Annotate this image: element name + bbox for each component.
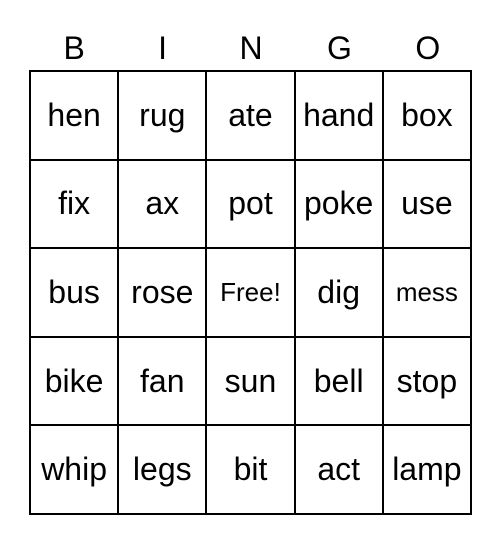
bingo-cell[interactable]: legs	[117, 424, 208, 515]
bingo-cell[interactable]: stop	[381, 335, 473, 427]
header-letter-o: O	[415, 30, 441, 66]
bingo-cell[interactable]: fan	[117, 335, 208, 427]
bingo-cell[interactable]: hen	[28, 70, 120, 161]
bingo-cell[interactable]: bike	[28, 335, 120, 427]
bingo-header: B I N G O	[30, 28, 472, 68]
bingo-cell[interactable]: ate	[205, 70, 296, 161]
bingo-row: hen rug ate hand box	[28, 70, 473, 161]
header-letter-b: B	[63, 30, 85, 66]
bingo-cell[interactable]: rose	[117, 247, 208, 338]
bingo-cell[interactable]: bus	[28, 247, 120, 338]
header-letter-n: N	[239, 30, 263, 66]
bingo-cell[interactable]: fix	[28, 158, 120, 250]
bingo-cell[interactable]: hand	[293, 70, 384, 161]
bingo-cell[interactable]: whip	[28, 424, 120, 515]
bingo-cell[interactable]: lamp	[381, 424, 473, 515]
bingo-cell[interactable]: box	[381, 70, 473, 161]
bingo-card: hen rug ate hand box fix ax pot poke use bus rose Fr…	[28, 70, 473, 515]
bingo-cell[interactable]: use	[381, 158, 473, 250]
bingo-cell[interactable]: poke	[293, 158, 384, 250]
bingo-row: whip legs bit act lamp	[28, 424, 473, 515]
header-letter-g: G	[326, 30, 352, 66]
bingo-cell[interactable]: rug	[117, 70, 208, 161]
bingo-cell[interactable]: dig	[293, 247, 384, 338]
free-space-cell[interactable]: Free!	[205, 247, 296, 338]
bingo-cell[interactable]: sun	[205, 335, 296, 427]
bingo-cell[interactable]: mess	[381, 247, 473, 338]
bingo-cell[interactable]: ax	[117, 158, 208, 250]
bingo-row: fix ax pot poke use	[28, 158, 473, 250]
bingo-cell[interactable]: bit	[205, 424, 296, 515]
bingo-row: bike fan sun bell stop	[28, 335, 473, 427]
bingo-cell[interactable]: act	[293, 424, 384, 515]
bingo-row: bus rose Free! dig mess	[28, 247, 473, 338]
header-letter-i: I	[158, 30, 168, 66]
bingo-cell[interactable]: bell	[293, 335, 384, 427]
bingo-cell[interactable]: pot	[205, 158, 296, 250]
